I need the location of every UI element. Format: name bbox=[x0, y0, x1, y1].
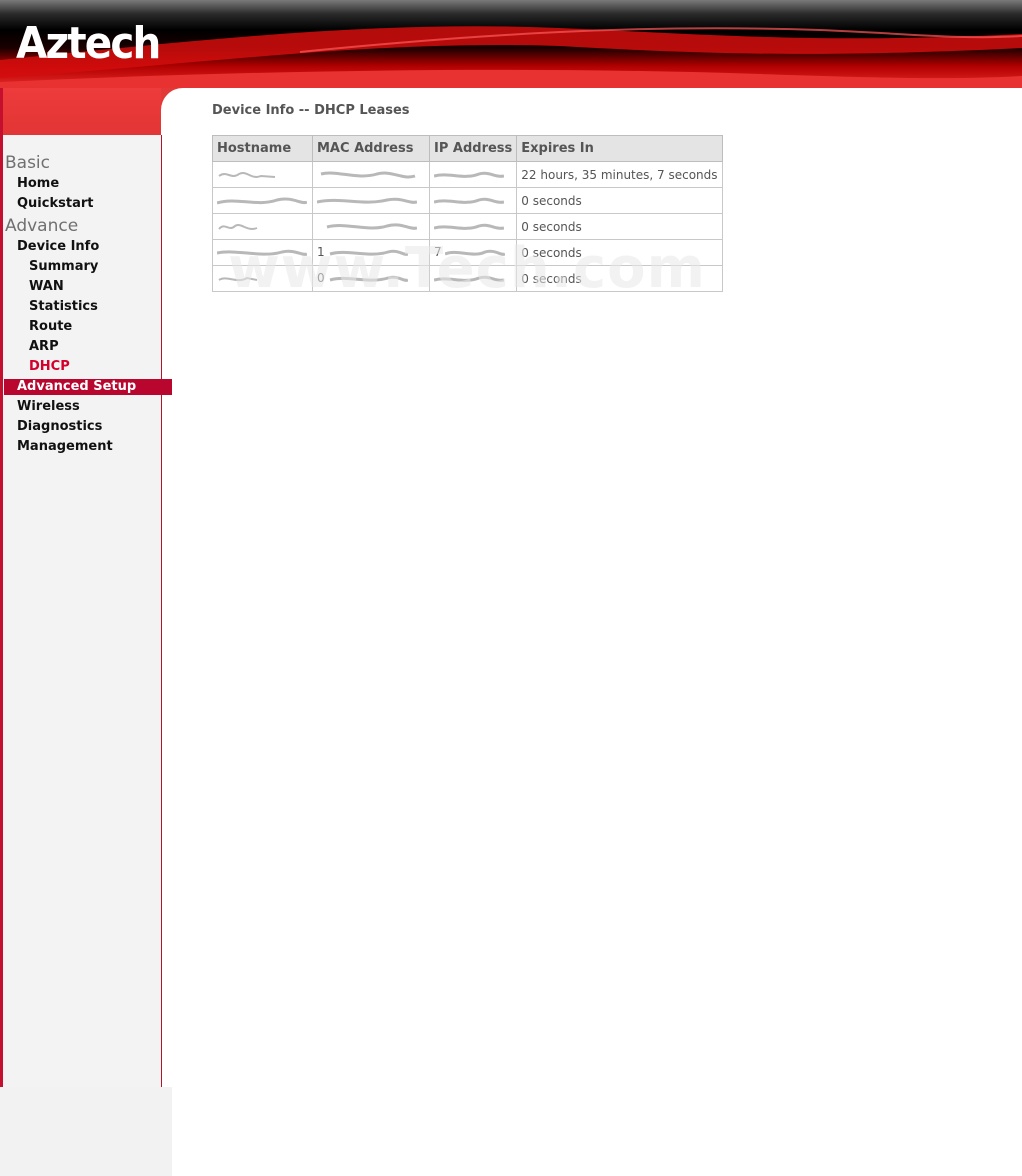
sidebar-item-wan[interactable]: WAN bbox=[3, 278, 185, 296]
sidebar-item-management[interactable]: Management bbox=[3, 438, 173, 456]
page-title: Device Info -- DHCP Leases bbox=[212, 103, 410, 118]
section-advance: Advance bbox=[5, 216, 79, 236]
sidebar-item-device-info[interactable]: Device Info bbox=[3, 238, 173, 256]
cell-hostname bbox=[212, 265, 313, 292]
cell-hostname bbox=[212, 161, 313, 188]
sidebar-item-advanced-setup[interactable]: Advanced Setup bbox=[4, 379, 172, 395]
cell-ip bbox=[428, 161, 518, 188]
column-header-mac-address: MAC Address bbox=[312, 135, 430, 162]
cell-mac bbox=[312, 187, 430, 214]
sidebar: Basic Home Quickstart Advance Device Inf… bbox=[3, 135, 172, 1087]
section-basic: Basic bbox=[5, 153, 51, 173]
column-header-expires-in: Expires In bbox=[516, 135, 723, 162]
cell-mac bbox=[312, 213, 430, 240]
redacted-scribble bbox=[434, 197, 504, 204]
redacted-scribble bbox=[317, 197, 417, 204]
column-header-ip-address: IP Address bbox=[428, 135, 518, 162]
dhcp-leases-table: Hostname MAC Address IP Address Expires … bbox=[212, 135, 723, 292]
redacted-scribble bbox=[434, 275, 504, 282]
header-banner: Aztech bbox=[0, 0, 1022, 88]
cell-ip: 7 bbox=[428, 239, 518, 266]
cell-expires: 0 seconds bbox=[516, 239, 723, 266]
redacted-scribble bbox=[330, 275, 409, 282]
cell-expires: 0 seconds bbox=[516, 265, 723, 292]
aztech-logo[interactable]: Aztech bbox=[16, 18, 161, 70]
ip-fragment: 7 bbox=[434, 245, 442, 260]
redacted-scribble bbox=[217, 197, 307, 205]
redacted-scribble bbox=[434, 223, 504, 230]
content-corner-mask bbox=[161, 88, 209, 136]
cell-expires: 0 seconds bbox=[516, 213, 723, 240]
sidebar-item-diagnostics[interactable]: Diagnostics bbox=[3, 418, 173, 436]
cell-ip bbox=[428, 265, 518, 292]
sidebar-item-arp[interactable]: ARP bbox=[3, 338, 185, 356]
sidebar-top-band bbox=[2, 88, 161, 135]
table-row: 1 7 0 seconds bbox=[212, 239, 723, 266]
cell-expires: 0 seconds bbox=[516, 187, 723, 214]
sidebar-item-home[interactable]: Home bbox=[3, 175, 173, 193]
sidebar-item-statistics[interactable]: Statistics bbox=[3, 298, 185, 316]
redacted-scribble bbox=[434, 171, 504, 178]
cell-ip bbox=[428, 213, 518, 240]
cell-mac: 1 bbox=[312, 239, 430, 266]
cell-mac bbox=[312, 161, 430, 188]
table-row: 0 seconds bbox=[212, 187, 723, 214]
cell-expires: 22 hours, 35 minutes, 7 seconds bbox=[516, 161, 723, 188]
table-row: 0 0 seconds bbox=[212, 265, 723, 292]
redacted-scribble bbox=[218, 223, 258, 230]
table-header-row: Hostname MAC Address IP Address Expires … bbox=[212, 135, 723, 162]
cell-mac: 0 bbox=[312, 265, 430, 292]
cell-hostname bbox=[212, 187, 313, 214]
sidebar-footer-area bbox=[0, 1087, 172, 1176]
mac-fragment: 0 bbox=[317, 271, 325, 286]
sidebar-item-quickstart[interactable]: Quickstart bbox=[3, 195, 173, 213]
redacted-scribble bbox=[218, 276, 257, 281]
mac-fragment: 1 bbox=[317, 245, 325, 260]
table-row: 22 hours, 35 minutes, 7 seconds bbox=[212, 161, 723, 188]
sidebar-item-wireless[interactable]: Wireless bbox=[3, 398, 173, 416]
redacted-scribble bbox=[326, 223, 417, 230]
redacted-scribble bbox=[320, 171, 416, 179]
sidebar-item-dhcp[interactable]: DHCP bbox=[3, 358, 185, 376]
sidebar-item-route[interactable]: Route bbox=[3, 318, 185, 336]
cell-hostname bbox=[212, 213, 313, 240]
table-row: 0 seconds bbox=[212, 213, 723, 240]
cell-ip bbox=[428, 187, 518, 214]
redacted-scribble bbox=[330, 249, 409, 256]
column-header-hostname: Hostname bbox=[212, 135, 313, 162]
redacted-scribble bbox=[445, 249, 506, 256]
redacted-scribble bbox=[218, 171, 276, 178]
redacted-scribble bbox=[217, 249, 307, 256]
cell-hostname bbox=[212, 239, 313, 266]
sidebar-item-summary[interactable]: Summary bbox=[3, 258, 185, 276]
